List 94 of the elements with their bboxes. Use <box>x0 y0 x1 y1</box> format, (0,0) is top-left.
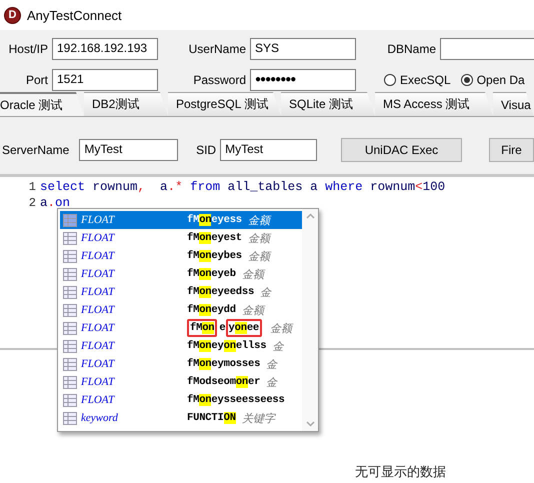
completion-item[interactable]: FLOAT fMon e yonee 金额 <box>60 319 302 337</box>
column-comment: 金 <box>266 358 278 372</box>
window-title: AnyTestConnect <box>27 8 122 22</box>
scroll-up-icon[interactable] <box>306 213 314 219</box>
completion-item[interactable]: FLOAT fMoneybes 金额 <box>60 247 302 265</box>
completion-item[interactable]: FLOAT fModseomoner 金 <box>60 373 302 391</box>
type-label: FLOAT <box>80 394 116 406</box>
tab[interactable]: Oracle 测试 <box>0 92 84 116</box>
type-label: FLOAT <box>80 322 116 334</box>
table-icon <box>63 412 77 424</box>
radio-option[interactable]: Open Da <box>460 72 525 86</box>
completion-item[interactable]: FLOAT fMoneyess 金额 <box>60 211 302 229</box>
tab[interactable]: Visua <box>493 92 534 116</box>
column-comment: 金 <box>260 286 272 300</box>
field-label: SID <box>196 142 216 156</box>
column-comment: 金额 <box>270 322 292 336</box>
table-icon <box>63 340 77 352</box>
type-label: FLOAT <box>80 376 116 388</box>
column-comment: 金 <box>266 376 278 390</box>
code-line: a.on <box>40 196 70 210</box>
type-label: keyword <box>80 412 119 424</box>
completion-item[interactable]: FLOAT fMoneydd 金额 <box>60 301 302 319</box>
column-name: fMoneymosses <box>187 358 260 370</box>
field-label: Port <box>24 72 48 86</box>
column-name: fMoneyest <box>187 232 242 244</box>
code-line: select rownum, a.* from all_tables a where rownum<100 <box>40 180 446 194</box>
type-label: FLOAT <box>80 250 116 262</box>
radio-option[interactable]: ExecSQL <box>384 72 451 86</box>
column-name: fMoneyonellss <box>187 340 266 352</box>
table-icon <box>63 286 77 298</box>
type-label: FLOAT <box>80 232 116 244</box>
field-label: ServerName <box>2 142 70 156</box>
column-name: fMon e yonee <box>187 319 264 337</box>
field-label: UserName <box>188 42 246 56</box>
column-comment: 金额 <box>248 214 270 228</box>
completion-item[interactable]: FLOAT fMoneyeb 金额 <box>60 265 302 283</box>
app-logo: D <box>4 6 21 24</box>
input-field[interactable]: MyTest <box>79 138 178 160</box>
completion-item[interactable]: FLOAT fMoneyonellss 金 <box>60 337 302 355</box>
radio-icon[interactable] <box>384 74 396 86</box>
input-field[interactable]: SYS <box>250 38 356 60</box>
table-icon <box>63 304 77 316</box>
tab[interactable]: SQLite 测试 <box>281 92 375 116</box>
input-field[interactable]: MyTest <box>220 138 317 160</box>
table-icon <box>63 376 77 388</box>
table-icon <box>63 394 77 406</box>
table-icon <box>63 322 77 334</box>
table-icon <box>63 268 77 280</box>
scrollbar[interactable] <box>302 209 318 431</box>
completion-item[interactable]: keyword FUNCTION 关键字 <box>60 409 302 427</box>
type-label: FLOAT <box>80 340 116 352</box>
scroll-down-icon[interactable] <box>306 421 314 427</box>
tab[interactable]: MS Access 测试 <box>375 92 493 116</box>
table-icon <box>63 232 77 244</box>
empty-message: 无可显示的数据 <box>355 463 446 481</box>
column-name: fMoneyeedss <box>187 286 254 298</box>
column-comment: 金额 <box>248 250 270 264</box>
column-name: fMoneybes <box>187 250 242 262</box>
field-label: Host/IP <box>8 42 48 56</box>
completion-item[interactable]: FLOAT fMoneysseesseess <box>60 391 302 409</box>
completion-item[interactable]: FLOAT fMoneymosses 金 <box>60 355 302 373</box>
field-label: Password <box>192 72 246 86</box>
column-name: FUNCTION <box>187 412 236 424</box>
type-label: FLOAT <box>80 358 116 370</box>
action-button[interactable]: Fire <box>489 138 534 162</box>
column-name: fMoneysseesseess <box>187 394 285 406</box>
type-label: FLOAT <box>80 304 116 316</box>
input-field[interactable]: 1521 <box>52 68 158 90</box>
tab[interactable]: PostgreSQL 测试 <box>168 92 281 116</box>
column-comment: 金 <box>272 340 284 354</box>
line-number: 1 <box>28 180 37 194</box>
password-field[interactable]: ●●●●●●●● <box>250 68 356 90</box>
column-comment: 金额 <box>242 268 264 282</box>
type-label: FLOAT <box>80 268 116 280</box>
column-name: fMoneyeb <box>187 268 236 280</box>
tab[interactable]: DB2测试 <box>84 92 168 116</box>
column-comment: 关键字 <box>242 412 275 426</box>
column-name: fMoneydd <box>187 304 236 316</box>
field-label: DBName <box>386 42 436 56</box>
action-button[interactable]: UniDAC Exec <box>341 138 462 162</box>
input-field[interactable]: 192.168.192.193 <box>52 38 158 60</box>
table-icon <box>63 358 77 370</box>
column-comment: 金额 <box>242 304 264 318</box>
completion-item[interactable]: FLOAT fMoneyest 金额 <box>60 229 302 247</box>
radio-icon[interactable] <box>460 74 473 86</box>
type-label: FLOAT <box>80 286 116 298</box>
type-label: FLOAT <box>80 214 116 226</box>
column-name: fMoneyess <box>187 214 242 226</box>
line-number: 2 <box>28 196 37 210</box>
table-icon <box>63 214 77 226</box>
column-name: fModseomoner <box>187 376 260 388</box>
completion-item[interactable]: FLOAT fMoneyeedss 金 <box>60 283 302 301</box>
table-icon <box>63 250 77 262</box>
column-comment: 金额 <box>248 232 270 246</box>
